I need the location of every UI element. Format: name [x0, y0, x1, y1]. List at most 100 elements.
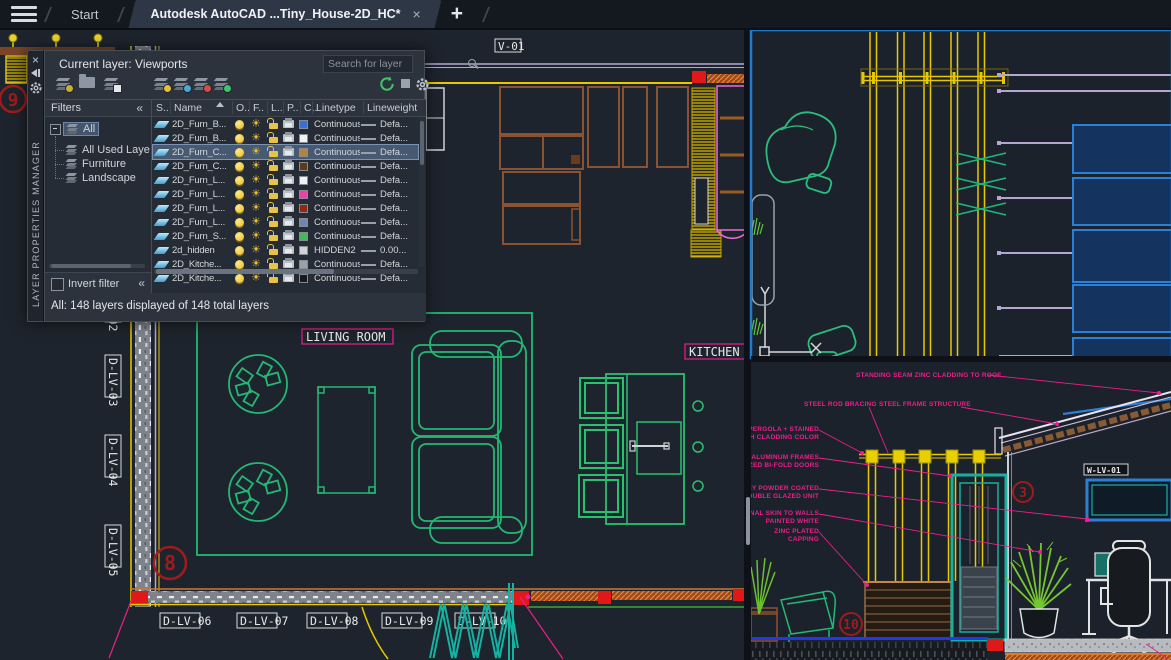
layer-list-header[interactable]: S.. Name O.. F.. L.. P.. C.. Linetype Li… [152, 100, 426, 117]
gear-icon[interactable] [415, 77, 430, 92]
layer-row[interactable]: 2D_Furn_B... ☀ Continuous Defa... [153, 117, 418, 131]
pause-updates-icon[interactable] [401, 79, 410, 88]
tree-collapse-icon[interactable] [50, 124, 61, 135]
viewport-bottom[interactable]: W-LV-01 STANDING SEAM ZINC CLADDING TO R… [742, 362, 1171, 660]
collapse-icon[interactable]: « [138, 276, 145, 290]
plot-icon[interactable] [283, 120, 294, 128]
freeze-icon[interactable]: ☀ [251, 131, 261, 145]
freeze-icon[interactable]: ☀ [251, 243, 261, 257]
lock-icon[interactable] [269, 277, 278, 283]
lock-icon[interactable] [269, 249, 278, 255]
plot-icon[interactable] [283, 190, 294, 198]
layer-row[interactable]: 2D_Furn_L... ☀ Continuous Defa... [153, 173, 418, 187]
new-layer-vp-frozen-button[interactable] [173, 78, 191, 92]
freeze-icon[interactable]: ☀ [251, 229, 261, 243]
on-icon[interactable] [235, 218, 244, 227]
properties-icon[interactable] [29, 81, 43, 95]
lock-icon[interactable] [269, 137, 278, 143]
layer-search[interactable] [323, 55, 413, 73]
plot-icon[interactable] [283, 232, 294, 240]
freeze-icon[interactable]: ☀ [251, 215, 261, 229]
search-input[interactable] [324, 58, 467, 70]
set-current-layer-button[interactable] [213, 78, 231, 92]
freeze-icon[interactable]: ☀ [251, 145, 261, 159]
tab-document[interactable]: Autodesk AutoCAD ...Tiny_House-2D_HC* × [132, 0, 438, 28]
on-icon[interactable] [235, 190, 244, 199]
color-swatch[interactable] [299, 204, 308, 213]
auto-hide-icon[interactable] [28, 67, 43, 79]
layer-row[interactable]: 2D_Furn_C... ☀ Continuous Defa... [153, 159, 418, 173]
color-swatch[interactable] [299, 260, 308, 269]
on-icon[interactable] [235, 120, 244, 129]
layer-row[interactable]: 2D_Furn_L... ☀ Continuous Defa... [153, 201, 418, 215]
on-icon[interactable] [235, 274, 244, 283]
layer-row[interactable]: 2D_Furn_B... ☀ Continuous Defa... [153, 131, 418, 145]
lock-icon[interactable] [269, 151, 278, 157]
divider-scroll-handle[interactable] [746, 497, 750, 545]
tab-close-icon[interactable]: × [413, 6, 421, 22]
palette-title-bar[interactable]: × LAYER PROPERTIES MANAGER [27, 50, 44, 322]
bifold-door[interactable] [952, 475, 1006, 640]
plot-icon[interactable] [283, 260, 294, 268]
close-icon[interactable]: × [28, 54, 43, 67]
tab-start[interactable]: Start [59, 0, 110, 28]
color-swatch[interactable] [299, 274, 308, 283]
new-layer-button[interactable] [153, 78, 171, 92]
plot-icon[interactable] [283, 274, 294, 282]
freeze-icon[interactable]: ☀ [251, 159, 261, 173]
layer-row-selected[interactable]: 2D_Furn_C... ☀ Continuous Defa... [153, 145, 418, 159]
layer-row[interactable]: 2D_Furn_S... ☀ Continuous Defa... [153, 229, 418, 243]
collapse-filters-icon[interactable]: « [136, 101, 143, 115]
on-icon[interactable] [235, 204, 244, 213]
freeze-icon[interactable]: ☀ [251, 117, 261, 131]
new-property-filter-button[interactable] [55, 78, 73, 92]
on-icon[interactable] [235, 176, 244, 185]
plot-icon[interactable] [283, 218, 294, 226]
layer-row[interactable]: 2d_hidden ☀ HIDDEN2 0.00... [153, 243, 418, 257]
layer-list-vscrollbar[interactable] [419, 117, 425, 267]
layer-list-hscrollbar[interactable] [154, 269, 418, 274]
refresh-icon[interactable] [379, 76, 395, 92]
invert-filter-checkbox[interactable] [51, 278, 64, 291]
freeze-icon[interactable]: ☀ [251, 173, 261, 187]
color-swatch[interactable] [299, 162, 308, 171]
color-swatch[interactable] [299, 120, 308, 129]
blue-panels[interactable] [1073, 125, 1171, 363]
plot-icon[interactable] [283, 246, 294, 254]
lock-icon[interactable] [269, 235, 278, 241]
plot-icon[interactable] [283, 176, 294, 184]
new-tab-button[interactable]: + [439, 1, 475, 27]
lock-icon[interactable] [269, 221, 278, 227]
on-icon[interactable] [235, 246, 244, 255]
on-icon[interactable] [235, 162, 244, 171]
layer-states-manager-button[interactable] [103, 78, 121, 92]
color-swatch[interactable] [299, 218, 308, 227]
layer-row[interactable]: 2D_Furn_L... ☀ Continuous Defa... [153, 187, 418, 201]
filter-tree-all-used[interactable]: All Used Laye [66, 143, 150, 157]
freeze-icon[interactable]: ☀ [251, 187, 261, 201]
lock-icon[interactable] [269, 179, 278, 185]
delete-layer-button[interactable] [193, 78, 211, 92]
color-swatch[interactable] [299, 232, 308, 241]
color-swatch[interactable] [299, 176, 308, 185]
lock-icon[interactable] [269, 165, 278, 171]
lock-icon[interactable] [269, 123, 278, 129]
plot-icon[interactable] [283, 134, 294, 142]
color-swatch[interactable] [299, 148, 308, 157]
app-menu-icon[interactable] [11, 6, 37, 22]
on-icon[interactable] [235, 148, 244, 157]
filter-tree-furniture[interactable]: Furniture [66, 157, 126, 171]
on-icon[interactable] [235, 260, 244, 269]
filter-tree-landscape[interactable]: Landscape [66, 171, 136, 185]
lock-icon[interactable] [269, 193, 278, 199]
new-group-filter-button[interactable] [79, 77, 95, 88]
planter[interactable] [863, 582, 953, 639]
lock-icon[interactable] [269, 207, 278, 213]
viewport-top[interactable] [751, 30, 1171, 364]
color-swatch[interactable] [299, 134, 308, 143]
layer-row[interactable]: 2D_Furn_L... ☀ Continuous Defa... [153, 215, 418, 229]
plot-icon[interactable] [283, 148, 294, 156]
freeze-icon[interactable]: ☀ [251, 201, 261, 215]
filters-hscrollbar[interactable] [49, 264, 145, 268]
color-swatch[interactable] [299, 190, 308, 199]
